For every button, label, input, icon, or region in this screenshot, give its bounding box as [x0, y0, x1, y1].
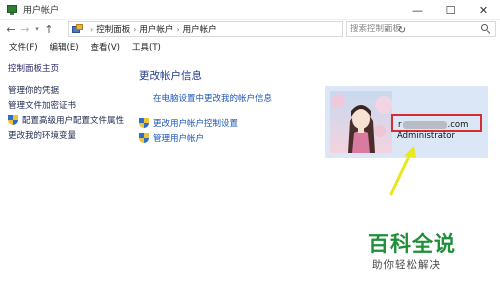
uac-settings-label: 更改用户帐户控制设置 — [153, 119, 239, 129]
window-controls: — ☐ ✕ — [401, 0, 500, 20]
control-panel-icon — [72, 24, 84, 34]
breadcrumb-separator: › — [176, 24, 180, 34]
sidebar-item-file-encryption-certificates[interactable]: 管理文件加密证书 — [8, 99, 76, 111]
breadcrumb-user-accounts[interactable]: 用户帐户 — [139, 23, 173, 35]
maximize-button[interactable]: ☐ — [434, 0, 467, 20]
title-bar: 用户帐户 — ☐ ✕ — [0, 0, 500, 20]
search-box[interactable] — [346, 21, 496, 37]
shield-icon — [139, 117, 149, 129]
sidebar-item-advanced-profile-properties[interactable]: 配置高级用户配置文件属性 — [8, 114, 124, 126]
search-icon[interactable] — [481, 24, 491, 34]
sidebar-item-manage-credentials[interactable]: 管理你的凭据 — [8, 84, 59, 96]
back-button[interactable]: ← — [4, 20, 18, 38]
search-input[interactable] — [350, 24, 480, 34]
breadcrumb-separator: › — [133, 24, 137, 34]
user-accounts-icon — [6, 4, 18, 16]
manage-accounts-label: 管理用户帐户 — [153, 134, 205, 144]
breadcrumb[interactable]: › 控制面板 › 用户帐户 › 用户帐户 ▾ ↻ — [68, 21, 406, 37]
breadcrumb-user-accounts-current[interactable]: 用户帐户 — [183, 23, 217, 35]
minimize-button[interactable]: — — [401, 0, 434, 20]
close-button[interactable]: ✕ — [467, 0, 500, 20]
watermark-title: 百科全说 — [368, 232, 456, 256]
menu-view[interactable]: 查看(V) — [91, 41, 120, 53]
breadcrumb-control-panel[interactable]: 控制面板 — [96, 23, 130, 35]
forward-button[interactable]: → — [18, 20, 32, 38]
sidebar-item-environment-variables[interactable]: 更改我的环境变量 — [8, 129, 76, 141]
user-role: Administrator — [397, 131, 455, 141]
shield-icon — [8, 114, 18, 126]
avatar[interactable] — [330, 91, 392, 153]
uac-settings-link[interactable]: 更改用户帐户控制设置 — [139, 117, 238, 129]
sidebar-item-label: 配置高级用户配置文件属性 — [22, 116, 125, 126]
up-button[interactable]: ↑ — [42, 20, 56, 38]
breadcrumb-separator: › — [90, 24, 94, 34]
menu-tools[interactable]: 工具(T) — [132, 41, 161, 53]
address-bar: ← → ▾ ↑ › 控制面板 › 用户帐户 › 用户帐户 ▾ ↻ — [0, 20, 500, 38]
manage-accounts-link[interactable]: 管理用户帐户 — [139, 132, 204, 144]
recent-locations-chevron-icon[interactable]: ▾ — [32, 20, 42, 38]
change-in-pc-settings-link[interactable]: 在电脑设置中更改我的帐户信息 — [153, 92, 272, 104]
watermark-subtitle: 助你轻松解决 — [372, 259, 441, 271]
sidebar-item-control-panel-home[interactable]: 控制面板主页 — [8, 62, 59, 74]
window-title: 用户帐户 — [23, 6, 60, 16]
menu-file[interactable]: 文件(F) — [9, 41, 38, 53]
menu-bar: 文件(F) 编辑(E) 查看(V) 工具(T) — [0, 40, 500, 54]
email-highlight-box — [391, 114, 482, 132]
menu-edit[interactable]: 编辑(E) — [50, 41, 79, 53]
page-title: 更改帐户信息 — [139, 70, 202, 82]
shield-icon — [139, 132, 149, 144]
